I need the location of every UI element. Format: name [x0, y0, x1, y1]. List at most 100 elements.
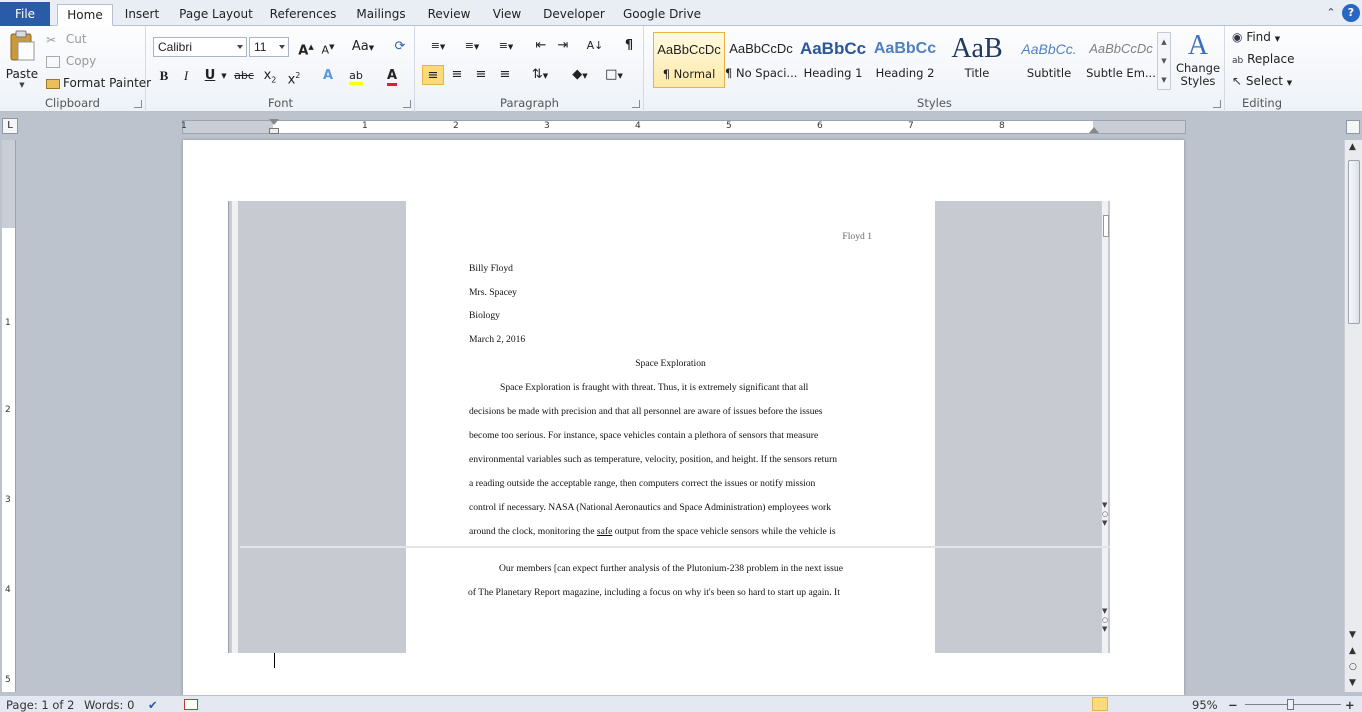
find-button[interactable]: ◉ Find ▼	[1232, 30, 1280, 44]
change-styles-button[interactable]: A Change Styles	[1175, 30, 1221, 88]
embedded-scroll-arrows-icon[interactable]: ▼ ○ ▼	[1102, 607, 1108, 634]
bold-button[interactable]: B	[153, 66, 175, 86]
zoom-in-icon[interactable]: +	[1345, 698, 1355, 712]
scroll-down-icon[interactable]: ▼	[1349, 630, 1356, 640]
style-no-spacing[interactable]: AaBbCcDc ¶ No Spaci...	[725, 32, 797, 88]
underline-button[interactable]: U	[199, 66, 221, 86]
draft-view-icon[interactable]	[1168, 697, 1184, 711]
line-spacing-button[interactable]: ⇅▼	[526, 65, 554, 85]
increase-indent-icon[interactable]: ⇥	[552, 36, 574, 56]
zoom-slider-knob[interactable]	[1287, 699, 1294, 710]
superscript-button[interactable]: x2	[283, 66, 305, 87]
grow-font-button[interactable]: A▲	[295, 37, 317, 58]
paste-dropdown-icon[interactable]: ▼	[4, 81, 40, 89]
paragraph-dialog-launcher-icon[interactable]	[632, 100, 640, 108]
strikethrough-button[interactable]: abc	[233, 66, 255, 86]
tab-insert[interactable]: Insert	[118, 4, 166, 26]
ruler-number: 5	[726, 121, 732, 131]
cut-button[interactable]: ✂ Cut	[46, 32, 87, 47]
style-heading-2[interactable]: AaBbCc Heading 2	[869, 32, 941, 88]
show-formatting-marks-icon[interactable]: ¶	[618, 36, 640, 56]
font-color-button[interactable]: A	[381, 66, 403, 86]
select-browse-object-icon[interactable]: ○	[1349, 662, 1357, 672]
decrease-indent-icon[interactable]: ⇤	[530, 36, 552, 56]
minimize-ribbon-icon[interactable]: ⌃	[1322, 4, 1340, 22]
web-layout-icon[interactable]	[1130, 697, 1146, 711]
underline-dropdown-icon[interactable]: ▼	[219, 66, 229, 86]
page-count[interactable]: Page: 1 of 2	[6, 698, 74, 712]
shading-button[interactable]: ◆▼	[566, 65, 594, 85]
select-label: Select	[1245, 74, 1283, 88]
style-title[interactable]: AaB Title	[941, 32, 1013, 88]
tab-page-layout[interactable]: Page Layout	[176, 4, 256, 26]
align-center-button[interactable]: ≡	[446, 65, 468, 85]
tab-home[interactable]: Home	[57, 4, 113, 26]
vertical-scrollbar[interactable]: ▲ ▼ ▲ ○ ▼	[1344, 140, 1362, 692]
status-bar: Page: 1 of 2 Words: 0 ✔ 95% − +	[0, 695, 1362, 712]
subscript-button[interactable]: x2	[259, 66, 281, 86]
scroll-thumb[interactable]	[1348, 160, 1360, 324]
embedded-scrollbar[interactable]	[1101, 201, 1108, 653]
left-indent-marker[interactable]	[269, 128, 279, 134]
embedded-document[interactable]: Floyd 1 Billy Floyd Mrs. Spacey Biology …	[406, 201, 935, 653]
tab-google-drive[interactable]: Google Drive	[620, 4, 704, 26]
right-indent-marker[interactable]	[1089, 127, 1099, 133]
clipboard-dialog-launcher-icon[interactable]	[134, 100, 142, 108]
tab-mailings[interactable]: Mailings	[350, 4, 412, 26]
font-name-combo[interactable]: Calibri	[153, 37, 247, 57]
align-left-button[interactable]: ≡	[422, 65, 444, 85]
macro-record-icon[interactable]	[184, 699, 198, 710]
styles-dialog-launcher-icon[interactable]	[1213, 100, 1221, 108]
embedded-scroll-arrows-icon[interactable]: ▼ ○ ▼	[1102, 501, 1108, 528]
shrink-font-button[interactable]: A▼	[317, 37, 339, 57]
tab-review[interactable]: Review	[422, 4, 476, 26]
paste-button[interactable]: Paste ▼	[4, 30, 40, 90]
copy-button[interactable]: Copy	[46, 54, 96, 68]
outline-view-icon[interactable]	[1149, 697, 1165, 711]
tab-references[interactable]: References	[266, 4, 340, 26]
multilevel-list-button[interactable]: ≡▼	[492, 36, 520, 56]
select-button[interactable]: ↖ Select ▼	[1232, 74, 1292, 88]
style-normal[interactable]: AaBbCcDc ¶ Normal	[653, 32, 725, 88]
word-count[interactable]: Words: 0	[84, 698, 134, 712]
proofing-icon[interactable]: ✔	[148, 698, 158, 712]
tab-file[interactable]: File	[0, 2, 50, 26]
paste-icon	[10, 30, 35, 61]
numbering-button[interactable]: ≡▼	[458, 36, 486, 56]
bullets-button[interactable]: ≡▼	[424, 36, 452, 56]
embedded-scroll-thumb[interactable]	[1103, 215, 1109, 237]
view-ruler-icon[interactable]	[1346, 120, 1360, 134]
vertical-ruler[interactable]: 1 2 3 4 5	[2, 140, 16, 692]
change-case-button[interactable]: Aa▼	[349, 37, 377, 57]
help-icon[interactable]: ?	[1342, 4, 1360, 22]
print-layout-view-icon[interactable]	[1092, 697, 1108, 711]
font-dialog-launcher-icon[interactable]	[403, 100, 411, 108]
justify-button[interactable]: ≡	[494, 65, 516, 85]
tab-view[interactable]: View	[486, 4, 528, 26]
scroll-up-icon[interactable]: ▲	[1349, 142, 1356, 152]
highlight-button[interactable]: ab	[345, 66, 367, 86]
style-subtle-emphasis[interactable]: AaBbCcDc Subtle Em...	[1085, 32, 1157, 88]
tab-selector-icon[interactable]: L	[2, 118, 18, 134]
zoom-level[interactable]: 95%	[1192, 698, 1218, 712]
sort-icon[interactable]: A↓	[584, 36, 606, 56]
tab-developer[interactable]: Developer	[538, 4, 610, 26]
text-effects-button[interactable]: A	[317, 66, 339, 86]
style-subtitle[interactable]: AaBbCc. Subtitle	[1013, 32, 1085, 88]
clear-formatting-icon[interactable]: ⟳	[389, 37, 411, 57]
replace-button[interactable]: ab Replace	[1232, 52, 1295, 66]
italic-button[interactable]: I	[175, 66, 197, 86]
full-screen-reading-icon[interactable]	[1111, 697, 1127, 711]
format-painter-button[interactable]: Format Painter	[46, 76, 151, 90]
align-right-button[interactable]: ≡	[470, 65, 492, 85]
horizontal-ruler[interactable]: 1 1 2 3 4 5 6 7 8	[181, 119, 1186, 134]
first-line-indent-marker[interactable]	[269, 119, 279, 125]
frame-split-divider	[240, 546, 1110, 548]
next-page-icon[interactable]: ▼	[1349, 678, 1356, 688]
borders-button[interactable]: □▼	[600, 65, 628, 85]
styles-scroll[interactable]: ▲ ▼ ▼	[1157, 32, 1171, 90]
font-size-combo[interactable]: 11	[249, 37, 289, 57]
zoom-out-icon[interactable]: −	[1228, 698, 1238, 712]
style-heading-1[interactable]: AaBbCc Heading 1	[797, 32, 869, 88]
previous-page-icon[interactable]: ▲	[1349, 646, 1356, 656]
